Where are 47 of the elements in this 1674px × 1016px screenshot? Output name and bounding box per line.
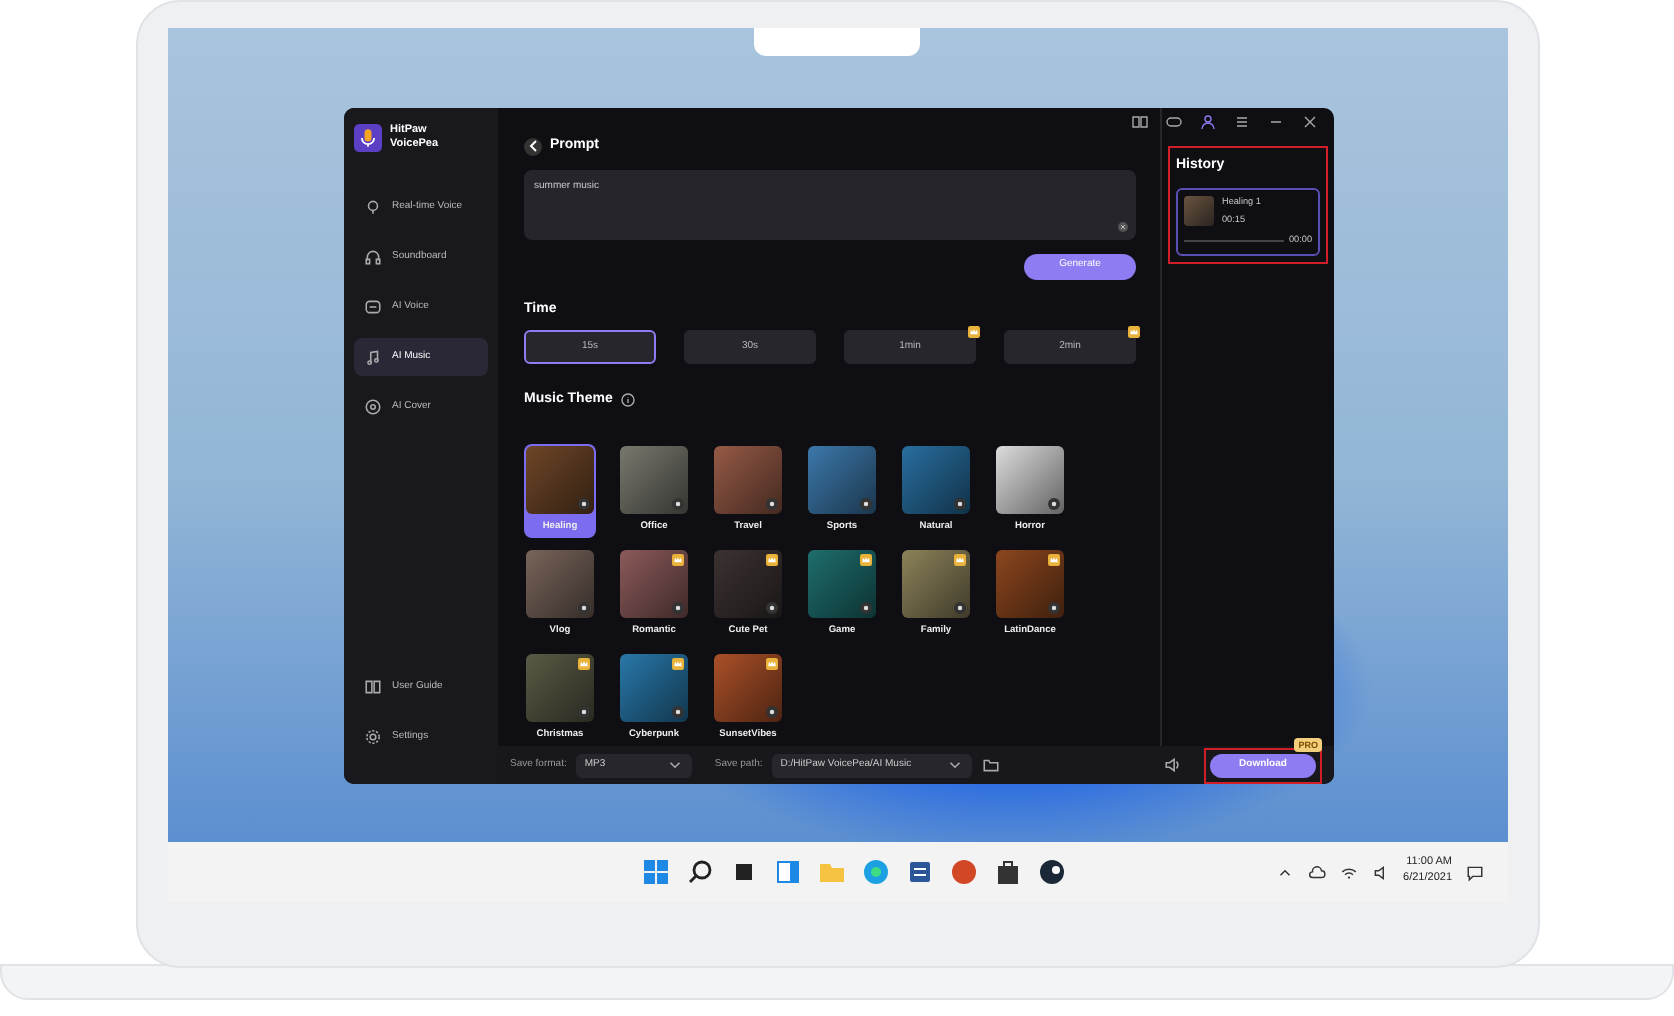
round-icon — [954, 497, 966, 509]
menu-icon[interactable] — [1234, 114, 1250, 130]
music-note-icon — [364, 348, 382, 367]
disc-icon — [364, 398, 382, 417]
speech-icon — [364, 298, 382, 317]
round-icon — [954, 601, 966, 614]
round-icon — [578, 705, 590, 718]
round-icon — [1048, 601, 1060, 614]
round-icon — [578, 497, 590, 509]
round-icon — [766, 705, 778, 718]
settings-icon — [364, 728, 382, 747]
book-icon[interactable] — [1132, 114, 1148, 130]
panel-icon[interactable] — [772, 856, 804, 888]
headphones-icon — [364, 248, 382, 267]
round-icon — [672, 601, 684, 614]
speaker-icon[interactable] — [1371, 863, 1390, 881]
round-icon — [1048, 497, 1060, 509]
round-icon — [766, 497, 778, 509]
round-icon — [578, 601, 590, 614]
microphone-logo-icon — [354, 124, 382, 153]
user-icon[interactable] — [1200, 114, 1216, 130]
search-icon[interactable] — [684, 856, 716, 888]
document-icon[interactable] — [904, 856, 936, 888]
round-icon — [672, 497, 684, 509]
wifi-icon[interactable] — [1339, 863, 1358, 881]
round-icon — [672, 705, 684, 718]
clear-icon[interactable] — [1118, 221, 1128, 231]
chevron-left-icon — [525, 138, 541, 155]
round-icon — [766, 601, 778, 614]
microphone-icon — [364, 198, 382, 217]
close-icon[interactable] — [1302, 114, 1318, 130]
book-icon — [364, 678, 382, 697]
game-controller-icon[interactable] — [1166, 114, 1182, 130]
speaker-icon[interactable] — [1164, 756, 1182, 775]
info-icon[interactable] — [620, 392, 637, 409]
cloud-icon[interactable] — [1307, 863, 1326, 881]
four-squares-icon[interactable] — [640, 856, 672, 888]
back-button[interactable] — [524, 137, 542, 156]
swirl-icon[interactable] — [860, 856, 892, 888]
folder-icon[interactable] — [982, 756, 1001, 775]
round-icon — [860, 497, 872, 509]
bag-icon[interactable] — [992, 856, 1024, 888]
round-logo-icon[interactable] — [1036, 856, 1068, 888]
circle-icon[interactable] — [948, 856, 980, 888]
photo-placeholder — [1184, 195, 1214, 225]
chat-bubble-icon[interactable] — [1466, 863, 1484, 881]
round-icon — [860, 601, 872, 614]
